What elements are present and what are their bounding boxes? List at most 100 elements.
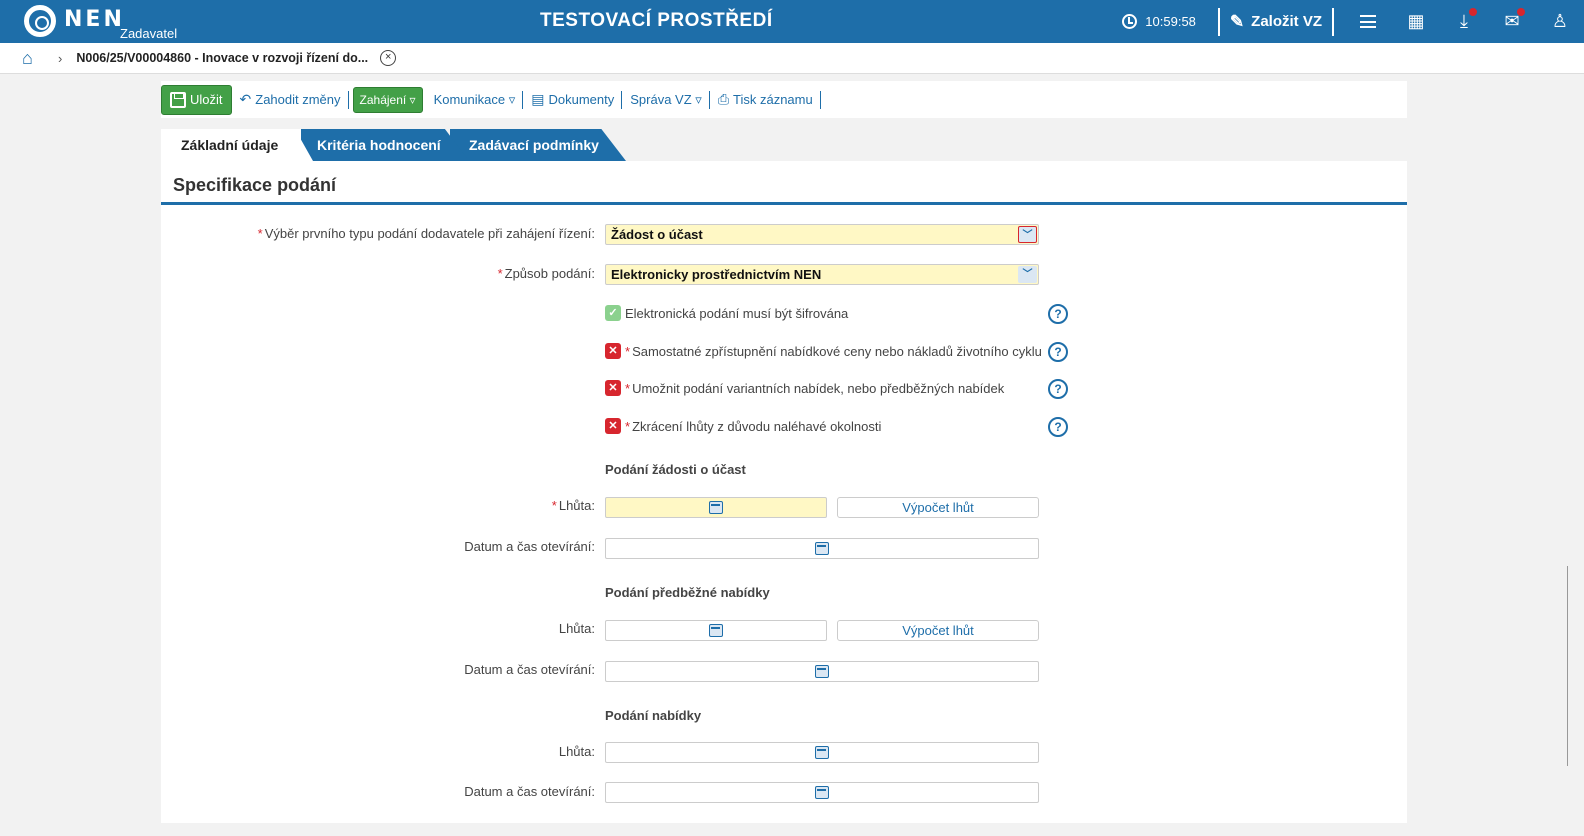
scrollbar[interactable] xyxy=(1567,566,1568,766)
communication-menu[interactable]: Komunikace ▿ xyxy=(434,92,516,108)
header-divider xyxy=(1217,7,1220,36)
toolbar-divider xyxy=(621,90,623,109)
documents-label: Dokumenty xyxy=(548,92,615,107)
subsection-title: Podání předběžné nabídky xyxy=(605,585,770,600)
checkbox-row-shortening[interactable]: ✕ * Zkrácení lhůty z důvodu naléhavé oko… xyxy=(605,418,881,434)
required-marker: * xyxy=(257,226,263,241)
print-button[interactable]: ⎙ Tisk záznamu xyxy=(718,91,813,108)
cross-icon[interactable]: ✕ xyxy=(605,418,621,434)
chevron-down-icon[interactable]: ﹀ xyxy=(1018,226,1037,243)
calendar-icon[interactable] xyxy=(709,501,723,514)
tab-tender-conditions[interactable]: Zadávací podmínky xyxy=(450,129,626,161)
calendar-button[interactable]: ▦ xyxy=(1392,0,1440,43)
required-marker: * xyxy=(625,418,631,434)
nen-logo[interactable]: NEN Zadavatel xyxy=(24,5,177,41)
home-icon[interactable]: ⌂ xyxy=(22,49,40,67)
checkbox-row-price-access[interactable]: ✕ * Samostatné zpřístupnění nabídkové ce… xyxy=(605,343,1042,359)
download-button[interactable]: ⤓ xyxy=(1440,0,1488,43)
first-type-label: * Výběr prvního typu podání dodavatele př… xyxy=(258,226,595,241)
download-icon: ⤓ xyxy=(1460,11,1468,31)
header-divider xyxy=(1332,7,1334,36)
subsection-title: Podání nabídky xyxy=(605,708,702,723)
toolbar-divider xyxy=(708,90,710,109)
opening-label: Datum a čas otevírání: xyxy=(464,784,595,799)
cross-icon[interactable]: ✕ xyxy=(605,380,621,396)
tab-evaluation-criteria[interactable]: Kritéria hodnocení xyxy=(297,129,469,161)
documents-button[interactable]: ▤ Dokumenty xyxy=(531,91,614,108)
first-type-select[interactable]: Žádost o účast ﹀ xyxy=(605,224,1039,245)
section-divider xyxy=(161,202,1407,205)
start-menu-button[interactable]: Zahájení ▿ xyxy=(352,86,423,113)
deadline-date-input[interactable] xyxy=(605,620,827,641)
session-clock: 10:59:58 xyxy=(1122,14,1196,29)
calendar-icon[interactable] xyxy=(815,665,829,678)
create-contract-label: Založit VZ xyxy=(1251,13,1322,30)
form-panel: Specifikace podání * Výběr prvního typu p… xyxy=(161,161,1407,823)
toolbar-divider xyxy=(347,90,349,109)
required-marker: * xyxy=(625,380,631,396)
calendar-icon[interactable] xyxy=(815,786,829,799)
user-icon: ♙ xyxy=(1551,11,1569,31)
chevron-down-icon[interactable]: ﹀ xyxy=(1018,266,1037,283)
toolbar-divider xyxy=(819,90,821,109)
action-toolbar: Uložit ↶ Zahodit změny Zahájení ▿ Komuni… xyxy=(161,81,1407,118)
calculate-deadlines-button[interactable]: Výpočet lhůt xyxy=(837,620,1039,641)
environment-title: TESTOVACÍ PROSTŘEDÍ xyxy=(540,10,773,31)
logo-text: NEN xyxy=(64,7,125,32)
opening-date-input[interactable] xyxy=(605,782,1039,803)
top-bar: NEN Zadavatel TESTOVACÍ PROSTŘEDÍ 10:59:… xyxy=(0,0,1584,43)
tab-bar: Základní údaje Kritéria hodnocení Zadáva… xyxy=(161,129,641,161)
help-icon[interactable]: ? xyxy=(1048,304,1068,324)
checkbox-label: Samostatné zpřístupnění nabídkové ceny n… xyxy=(632,343,1042,359)
calendar-icon[interactable] xyxy=(815,746,829,759)
save-button[interactable]: Uložit xyxy=(161,84,232,115)
checkbox-row-encryption[interactable]: ✓ Elektronická podání musí být šifrována xyxy=(605,305,848,321)
required-marker: * xyxy=(497,266,503,281)
deadline-label: Lhůta: xyxy=(558,621,595,636)
clock-time: 10:59:58 xyxy=(1145,14,1196,29)
notification-dot xyxy=(1517,8,1525,16)
breadcrumb-item[interactable]: N006/25/V00004860 - Inovace v rozvoji ří… xyxy=(76,51,368,65)
first-type-label-text: Výběr prvního typu podání dodavatele při… xyxy=(264,226,595,241)
check-icon[interactable]: ✓ xyxy=(605,305,621,321)
mail-button[interactable]: ✉ xyxy=(1488,0,1536,43)
discard-label: Zahodit změny xyxy=(255,92,341,107)
printer-icon: ⎙ xyxy=(717,91,730,107)
clipboard-icon: ▤ xyxy=(531,91,545,107)
close-icon[interactable]: × xyxy=(380,50,397,66)
edit-icon: ✎ xyxy=(1229,11,1245,31)
discard-changes-button[interactable]: ↶ Zahodit změny xyxy=(240,91,341,108)
manage-menu[interactable]: Správa VZ ▿ xyxy=(630,92,702,108)
opening-date-input[interactable] xyxy=(605,661,1039,682)
method-select[interactable]: Elektronicky prostřednictvím NEN ﹀ xyxy=(605,264,1039,285)
help-icon[interactable]: ? xyxy=(1048,379,1068,399)
clock-icon xyxy=(1122,14,1138,29)
notification-dot xyxy=(1469,8,1477,16)
deadline-date-input[interactable] xyxy=(605,742,1039,763)
opening-label: Datum a čas otevírání: xyxy=(464,539,595,554)
menu-button[interactable] xyxy=(1344,0,1392,43)
chevron-right-icon: › xyxy=(58,50,63,66)
breadcrumb: ⌂ › N006/25/V00004860 - Inovace v rozvoj… xyxy=(0,43,1584,74)
user-button[interactable]: ♙ xyxy=(1536,0,1584,43)
help-icon[interactable]: ? xyxy=(1048,342,1068,362)
opening-date-input[interactable] xyxy=(605,538,1039,559)
toolbar-divider xyxy=(522,90,524,109)
create-contract-button[interactable]: ✎ Založit VZ xyxy=(1230,12,1322,32)
deadline-label-text: Lhůta: xyxy=(558,498,595,513)
required-marker: * xyxy=(625,343,631,359)
calendar-icon[interactable] xyxy=(815,542,829,555)
save-label: Uložit xyxy=(190,92,223,107)
cross-icon[interactable]: ✕ xyxy=(605,343,621,359)
checkbox-label: Umožnit podání variantních nabídek, nebo… xyxy=(632,380,1005,396)
deadline-label: Lhůta: xyxy=(558,744,595,759)
tab-basic-info[interactable]: Základní údaje xyxy=(161,129,301,161)
checkbox-row-variants[interactable]: ✕ * Umožnit podání variantních nabídek, … xyxy=(605,380,1004,396)
calendar-icon[interactable] xyxy=(709,624,723,637)
undo-icon: ↶ xyxy=(239,91,252,107)
opening-label: Datum a čas otevírání: xyxy=(464,662,595,677)
menu-icon xyxy=(1360,15,1376,28)
deadline-date-input[interactable] xyxy=(605,497,827,518)
calculate-deadlines-button[interactable]: Výpočet lhůt xyxy=(837,497,1039,518)
help-icon[interactable]: ? xyxy=(1048,417,1068,437)
